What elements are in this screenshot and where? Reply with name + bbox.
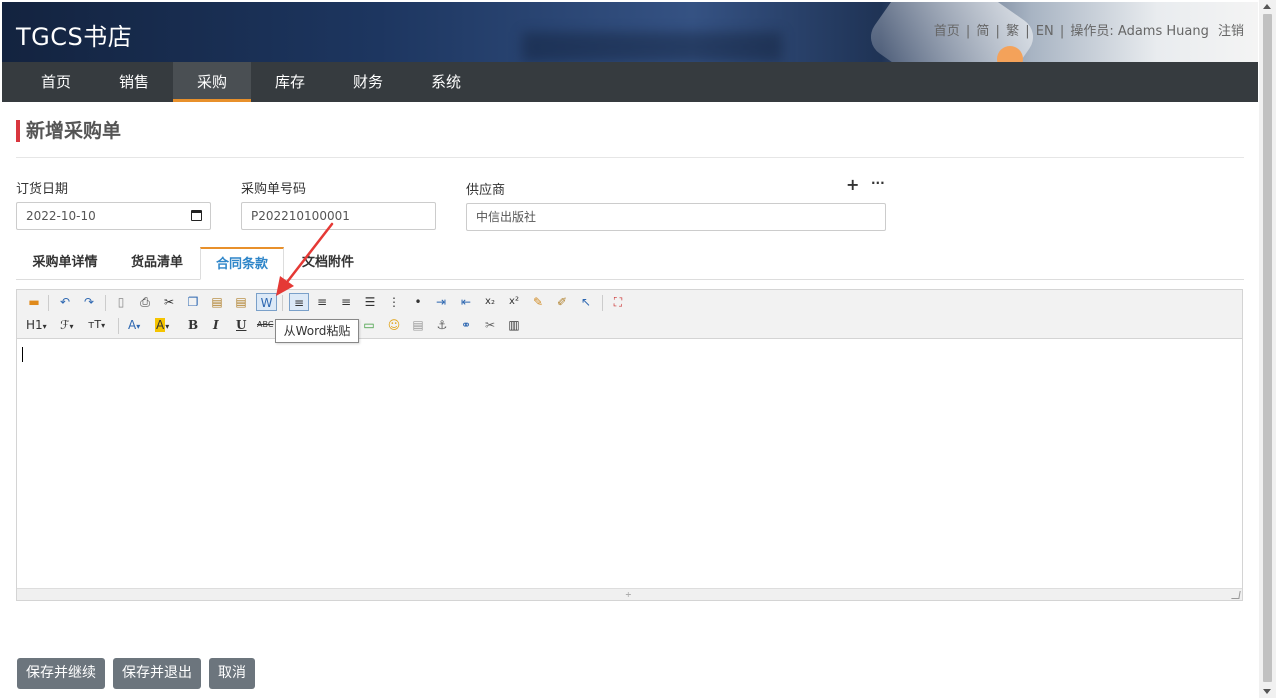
cancel-button[interactable]: 取消 — [209, 658, 255, 689]
link-traditional[interactable]: 繁 — [1006, 24, 1019, 39]
nav-item-sales[interactable]: 销售 — [96, 62, 172, 102]
brand-logo[interactable]: TGCS书店 — [16, 17, 132, 52]
calendar-icon[interactable] — [191, 210, 202, 221]
supplier-label: 供应商 — [466, 183, 506, 198]
undo-icon[interactable]: ↶ — [56, 293, 74, 311]
toolbar-separator — [602, 295, 603, 311]
supplier-input[interactable]: 中信出版社 — [466, 203, 886, 231]
copy-icon[interactable]: ❐ — [184, 293, 202, 311]
link-icon[interactable]: ⚭ — [457, 316, 475, 334]
editor-content-area[interactable] — [17, 339, 1242, 589]
bold-button[interactable]: B — [188, 316, 198, 334]
superscript-icon[interactable]: x² — [505, 293, 523, 311]
link-home[interactable]: 首页 — [934, 24, 960, 39]
annotation-arrow-icon — [276, 222, 334, 296]
po-number-label: 采购单号码 — [241, 182, 307, 197]
add-supplier-icon[interactable]: + — [846, 175, 859, 194]
tab-goods-list[interactable]: 货品清单 — [116, 247, 198, 280]
app-header: TGCS书店 首页 | 简 | 繁 | EN | 操作员: Adams Huan… — [2, 2, 1258, 62]
heading-dropdown[interactable]: H1▾ — [26, 316, 47, 336]
order-date-value: 2022-10-10 — [26, 209, 96, 223]
paste-from-word-tooltip: 从Word粘贴 — [275, 319, 359, 343]
insert-image-icon[interactable]: ▬ — [25, 293, 43, 311]
resize-handle-icon[interactable]: ÷ — [625, 590, 632, 599]
outdent-icon[interactable]: ⇤ — [457, 293, 475, 311]
font-color-dropdown[interactable]: A▾ — [128, 316, 140, 336]
toolbar-separator — [48, 295, 49, 311]
bg-color-dropdown[interactable]: A▾ — [155, 316, 169, 336]
operator-label: 操作员: — [1070, 24, 1114, 39]
subscript-icon[interactable]: x₂ — [481, 293, 499, 311]
template-icon[interactable]: ▥ — [505, 316, 523, 334]
toolbar-separator — [118, 318, 119, 334]
main-nav: 首页 销售 采购 库存 财务 系统 — [2, 62, 1258, 102]
redo-icon[interactable]: ↷ — [80, 293, 98, 311]
paste-text-icon[interactable]: ▤ — [232, 293, 250, 311]
font-family-dropdown[interactable]: ℱ▾ — [60, 316, 73, 336]
print-icon[interactable]: ⎙ — [136, 293, 154, 311]
scrollbar-thumb[interactable] — [1263, 14, 1272, 682]
indent-icon[interactable]: ⇥ — [432, 293, 450, 311]
text-caret — [22, 347, 23, 362]
scroll-down-icon[interactable] — [1263, 689, 1271, 694]
link-simplified[interactable]: 简 — [976, 24, 989, 39]
order-date-label: 订货日期 — [16, 182, 69, 197]
divider — [16, 157, 1244, 158]
page-break-icon[interactable]: ▤ — [409, 316, 427, 334]
insert-row-icon[interactable]: ▭ — [360, 316, 378, 334]
select-all-icon[interactable]: ↖ — [577, 293, 595, 311]
operator-name: Adams Huang — [1117, 24, 1209, 39]
anchor-icon[interactable]: ⚓ — [433, 316, 451, 334]
cut-icon[interactable]: ✂ — [160, 293, 178, 311]
scroll-up-icon[interactable] — [1263, 4, 1271, 9]
rich-text-editor: ▬ ↶ ↷ ▯ ⎙ ✂ ❐ ▤ ▤ W ≡ ≡ ≡ ☰ ⋮ • ⇥ ⇤ x₂ x… — [16, 289, 1243, 601]
logout-link[interactable]: 注销 — [1218, 24, 1244, 39]
nav-item-home[interactable]: 首页 — [18, 62, 94, 102]
page-title: 新增采购单 — [16, 120, 121, 142]
save-exit-button[interactable]: 保存并退出 — [113, 658, 201, 689]
font-size-dropdown[interactable]: тT▾ — [88, 316, 105, 335]
nav-item-inventory[interactable]: 库存 — [252, 62, 328, 102]
unordered-list-icon[interactable]: • — [409, 293, 427, 311]
top-links: 首页 | 简 | 繁 | EN | 操作员: Adams Huang 注销 — [933, 24, 1244, 39]
unlink-icon[interactable]: ✂ — [481, 316, 499, 334]
italic-button[interactable]: I — [213, 316, 219, 334]
editor-statusbar: ÷ — [17, 588, 1242, 600]
align-justify-icon[interactable]: ☰ — [361, 293, 379, 311]
save-continue-button[interactable]: 保存并继续 — [17, 658, 105, 689]
more-icon[interactable]: ··· — [871, 176, 885, 190]
order-date-input[interactable]: 2022-10-10 — [16, 202, 211, 230]
link-english[interactable]: EN — [1036, 24, 1054, 39]
toolbar-separator — [105, 295, 106, 311]
ordered-list-icon[interactable]: ⋮ — [385, 293, 403, 311]
clear-format-icon[interactable]: ✎ — [529, 293, 547, 311]
editor-toolbar: ▬ ↶ ↷ ▯ ⎙ ✂ ❐ ▤ ▤ W ≡ ≡ ≡ ☰ ⋮ • ⇥ ⇤ x₂ x… — [17, 290, 1242, 339]
underline-button[interactable]: U — [236, 316, 246, 334]
page-scrollbar[interactable] — [1259, 0, 1276, 698]
header-decoration — [522, 32, 782, 62]
fullscreen-icon[interactable]: ⛶ — [609, 293, 627, 311]
nav-item-purchase[interactable]: 采购 — [173, 62, 251, 102]
paste-icon[interactable]: ▤ — [208, 293, 226, 311]
emoji-icon[interactable]: ☺ — [385, 316, 403, 334]
resize-corner-icon[interactable] — [1231, 591, 1241, 599]
tab-po-details[interactable]: 采购单详情 — [24, 247, 106, 280]
preview-icon[interactable]: ▯ — [112, 293, 130, 311]
nav-item-system[interactable]: 系统 — [408, 62, 484, 102]
format-painter-icon[interactable]: ✐ — [553, 293, 571, 311]
nav-item-finance[interactable]: 财务 — [330, 62, 406, 102]
